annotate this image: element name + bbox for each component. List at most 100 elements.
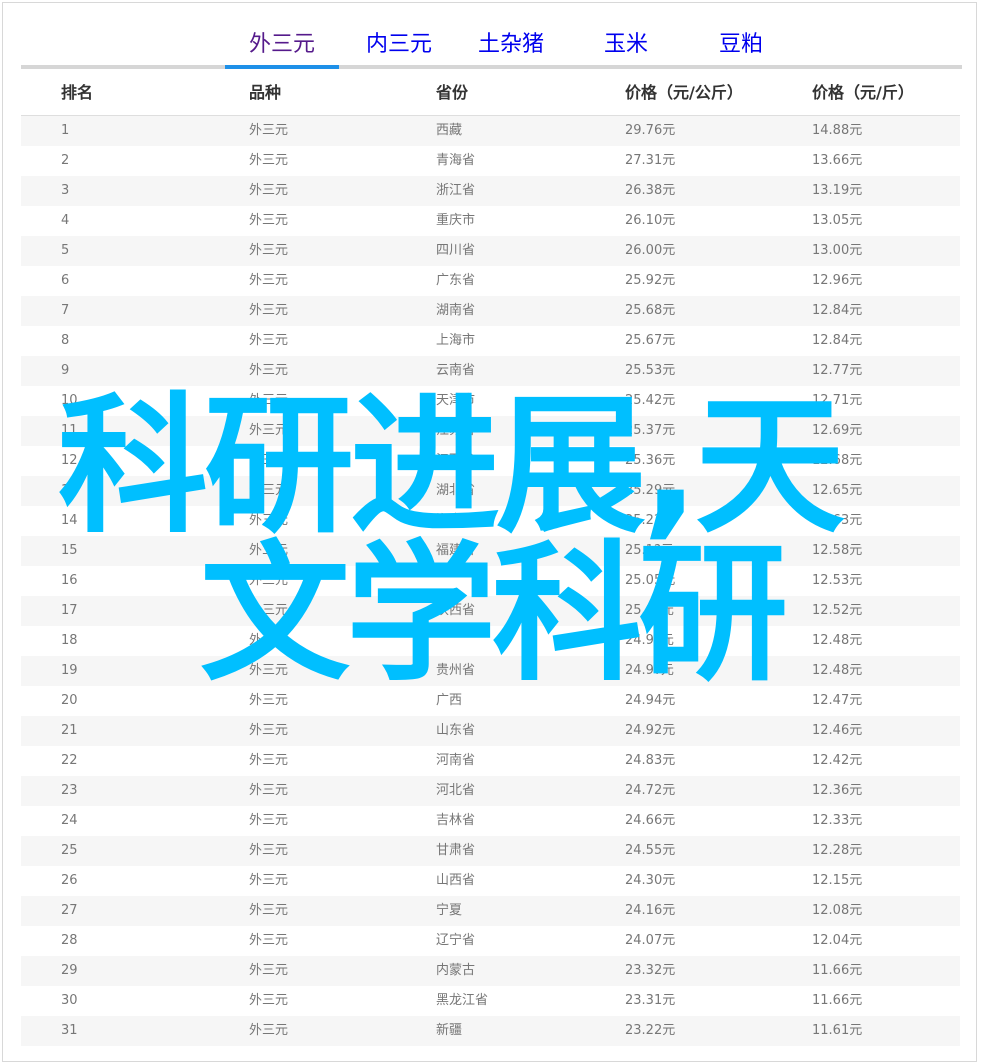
cell-price-per-jin: 12.84元 (812, 303, 863, 318)
table-row: 27 外三元 宁夏 24.16元 12.08元 (21, 896, 960, 926)
cell-province: 内蒙古 (436, 963, 476, 978)
cell-province: 海南省 (436, 513, 476, 528)
cell-price-per-jin: 12.46元 (812, 723, 863, 738)
table-row: 18 外三元 24.9?元 12.48元 (21, 626, 960, 656)
cell-price-per-jin: 12.15元 (812, 873, 863, 888)
table-row: 11 外三元 江苏省 25.37元 12.69元 (21, 416, 960, 446)
cell-rank: 4 (61, 213, 70, 228)
cell-price-per-kg: 24.66元 (625, 813, 676, 828)
header-price-per-kg: 价格（元/公斤） (625, 83, 743, 102)
cell-rank: 14 (61, 513, 78, 528)
cell-price-per-jin: 13.66元 (812, 153, 863, 168)
cell-price-per-kg: 24.07元 (625, 933, 676, 948)
cell-rank: 30 (61, 993, 78, 1008)
cell-price-per-kg: 23.22元 (625, 1023, 676, 1038)
cell-price-per-kg: 24.72元 (625, 783, 676, 798)
cell-price-per-kg: 25.92元 (625, 273, 676, 288)
cell-price-per-kg: 24.16元 (625, 903, 676, 918)
cell-price-per-kg: 23.32元 (625, 963, 676, 978)
tab-tu-za-zhu[interactable]: 土杂猪 (461, 28, 561, 62)
cell-price-per-kg: 25.37元 (625, 423, 676, 438)
cell-breed: 外三元 (249, 183, 289, 198)
table-row: 30 外三元 黑龙江省 23.31元 11.66元 (21, 986, 960, 1016)
cell-breed: 外三元 (249, 273, 289, 288)
cell-rank: 17 (61, 603, 78, 618)
cell-breed: 外三元 (249, 723, 289, 738)
cell-rank: 13 (61, 483, 78, 498)
cell-province: 山东省 (436, 723, 476, 738)
cell-breed: 外三元 (249, 513, 289, 528)
active-tab-indicator (225, 65, 339, 69)
cell-price-per-kg: 24.92元 (625, 723, 676, 738)
tab-nei-san-yuan[interactable]: 内三元 (349, 28, 449, 62)
cell-rank: 6 (61, 273, 70, 288)
cell-price-per-kg: 27.31元 (625, 153, 676, 168)
cell-breed: 外三元 (249, 903, 289, 918)
cell-rank: 19 (61, 663, 78, 678)
tab-yu-mi[interactable]: 玉米 (581, 28, 671, 62)
cell-price-per-kg: 25.53元 (625, 363, 676, 378)
cell-price-per-jin: 12.36元 (812, 783, 863, 798)
cell-price-per-jin: 11.66元 (812, 963, 863, 978)
cell-breed: 外三元 (249, 963, 289, 978)
cell-province: 陕西省 (436, 603, 476, 618)
cell-province: 天津市 (436, 393, 476, 408)
cell-price-per-kg: 24.83元 (625, 753, 676, 768)
cell-price-per-jin: 12.96元 (812, 273, 863, 288)
header-breed: 品种 (249, 83, 282, 102)
cell-breed: 外三元 (249, 303, 289, 318)
cell-price-per-jin: 11.61元 (812, 1023, 863, 1038)
cell-province: 福建省 (436, 543, 476, 558)
cell-price-per-jin: 12.69元 (812, 423, 863, 438)
cell-price-per-kg: 25.05元 (625, 573, 676, 588)
cell-price-per-kg: 26.38元 (625, 183, 676, 198)
cell-rank: 18 (61, 633, 78, 648)
cell-price-per-jin: 12.65元 (812, 483, 863, 498)
cell-breed: 外三元 (249, 663, 289, 678)
table-row: 6 外三元 广东省 25.92元 12.96元 (21, 266, 960, 296)
cell-province: 青海省 (436, 153, 476, 168)
cell-rank: 31 (61, 1023, 78, 1038)
cell-price-per-kg: 25.68元 (625, 303, 676, 318)
cell-price-per-jin: 12.47元 (812, 693, 863, 708)
cell-rank: 7 (61, 303, 70, 318)
table-row: 14 外三元 海南省 25.2?元 12.63元 (21, 506, 960, 536)
cell-price-per-kg: 26.10元 (625, 213, 676, 228)
cell-breed: 外三元 (249, 363, 289, 378)
cell-price-per-jin: 12.28元 (812, 843, 863, 858)
cell-price-per-jin: 12.84元 (812, 333, 863, 348)
cell-breed: 外三元 (249, 123, 289, 138)
table-row: 8 外三元 上海市 25.67元 12.84元 (21, 326, 960, 356)
table-row: 10 外三元 天津市 25.42元 12.71元 (21, 386, 960, 416)
cell-breed: 外三元 (249, 1023, 289, 1038)
table-row: 28 外三元 辽宁省 24.07元 12.04元 (21, 926, 960, 956)
header-rank: 排名 (61, 83, 94, 102)
cell-rank: 3 (61, 183, 70, 198)
cell-price-per-jin: 12.08元 (812, 903, 863, 918)
cell-breed: 外三元 (249, 213, 289, 228)
cell-price-per-kg: 25.0?元 (625, 603, 674, 618)
cell-price-per-jin: 12.77元 (812, 363, 863, 378)
tab-dou-po[interactable]: 豆粕 (696, 28, 786, 62)
cell-price-per-jin: 12.63元 (812, 513, 863, 528)
cell-price-per-jin: 12.58元 (812, 543, 863, 558)
table-row: 16 外三元 25.05元 12.53元 (21, 566, 960, 596)
cell-rank: 26 (61, 873, 78, 888)
table-row: 15 外三元 福建省 25.1?元 12.58元 (21, 536, 960, 566)
cell-price-per-kg: 24.55元 (625, 843, 676, 858)
cell-breed: 外三元 (249, 603, 289, 618)
cell-province: 吉林省 (436, 813, 476, 828)
cell-price-per-jin: 12.52元 (812, 603, 863, 618)
cell-province: 黑龙江省 (436, 993, 489, 1008)
cell-price-per-jin: 11.66元 (812, 993, 863, 1008)
cell-province: 河北省 (436, 783, 476, 798)
cell-rank: 27 (61, 903, 78, 918)
cell-rank: 8 (61, 333, 70, 348)
cell-price-per-kg: 24.9?元 (625, 663, 674, 678)
cell-breed: 外三元 (249, 333, 289, 348)
cell-price-per-jin: 12.53元 (812, 573, 863, 588)
tab-wai-san-yuan[interactable]: 外三元 (225, 28, 339, 62)
cell-price-per-kg: 24.94元 (625, 693, 676, 708)
table-row: 21 外三元 山东省 24.92元 12.46元 (21, 716, 960, 746)
cell-price-per-jin: 12.48元 (812, 663, 863, 678)
